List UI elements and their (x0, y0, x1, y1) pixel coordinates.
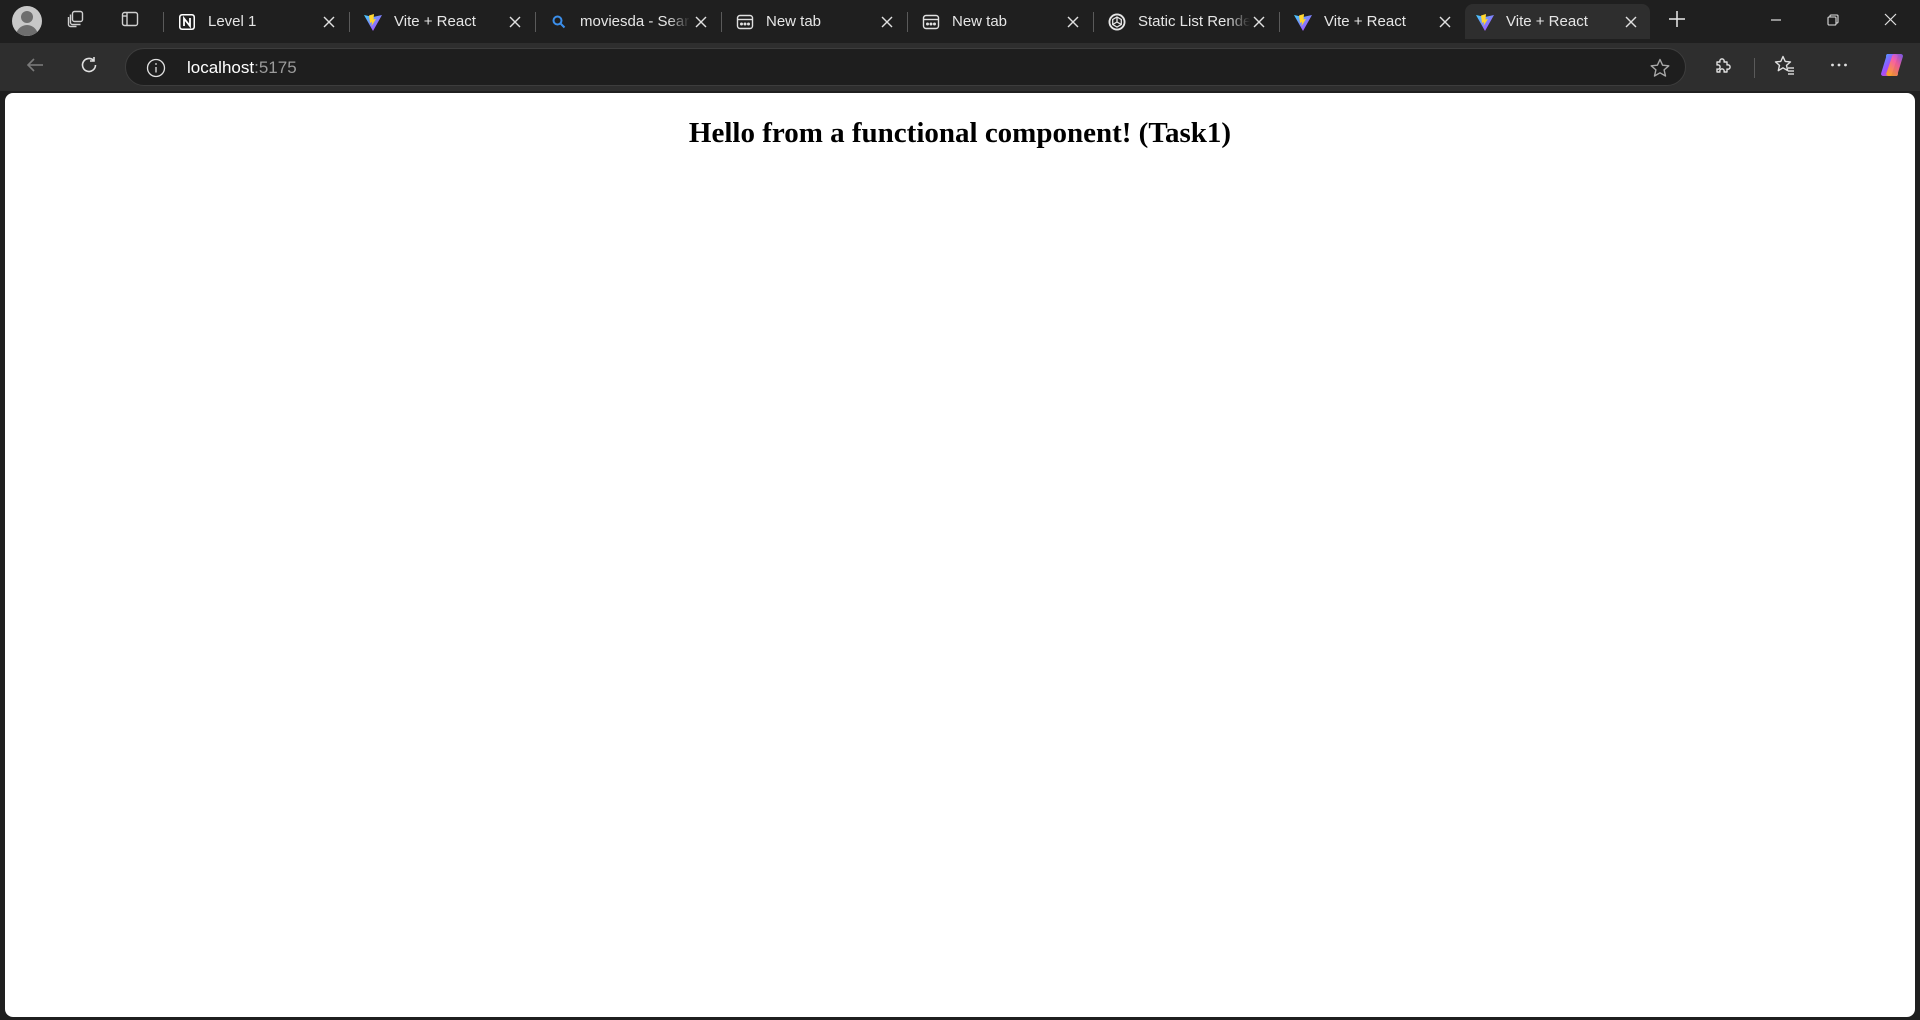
extensions-button[interactable] (1706, 49, 1742, 85)
tab[interactable]: Vite + React (353, 4, 534, 39)
more-icon (1829, 55, 1849, 80)
navigation-toolbar: localhost:5175 (0, 43, 1920, 91)
restore-button[interactable] (1805, 0, 1861, 43)
vite-icon (1475, 12, 1495, 32)
tab[interactable]: Vite + React (1283, 4, 1464, 39)
workspaces-icon (66, 9, 86, 34)
tab-title: New tab (952, 13, 1008, 30)
restore-icon (1827, 13, 1839, 31)
tab-separator (349, 12, 350, 32)
newtab-icon (921, 12, 941, 32)
page-heading: Hello from a functional component! (Task… (688, 117, 1232, 149)
workspaces-button[interactable] (58, 4, 94, 38)
close-icon[interactable] (878, 13, 896, 31)
tab-separator (535, 12, 536, 32)
url-host: localhost (187, 58, 255, 77)
close-icon[interactable] (1250, 13, 1268, 31)
tab-separator (721, 12, 722, 32)
close-icon (1884, 13, 1897, 31)
close-icon[interactable] (1064, 13, 1082, 31)
minimize-button[interactable] (1748, 0, 1804, 43)
tab-title: moviesda - Search (580, 13, 690, 30)
copilot-button[interactable] (1874, 49, 1910, 85)
favorites-icon (1774, 54, 1796, 81)
reload-icon (79, 55, 99, 80)
tab-title: New tab (766, 13, 822, 30)
close-icon[interactable] (320, 13, 338, 31)
close-icon[interactable] (1622, 13, 1640, 31)
back-button[interactable] (17, 49, 53, 85)
tab-title: Vite + React (394, 13, 476, 30)
tab[interactable]: New tab (725, 4, 906, 39)
minimize-icon (1770, 13, 1782, 31)
vite-icon (363, 12, 383, 32)
tab-strip: Level 1 Vite + React moviesda - Search (0, 0, 1920, 43)
tab-title: Vite + React (1324, 13, 1406, 30)
tab-separator (907, 12, 908, 32)
back-arrow-icon (25, 55, 45, 80)
favorite-star-icon[interactable] (1649, 57, 1671, 79)
reload-button[interactable] (71, 49, 107, 85)
tab-separator (1093, 12, 1094, 32)
profile-avatar[interactable] (12, 6, 42, 36)
search-icon (549, 12, 569, 32)
openai-icon (1107, 12, 1127, 32)
tab[interactable]: Static List Rendering (1097, 4, 1278, 39)
close-icon[interactable] (692, 13, 710, 31)
tab-active[interactable]: Vite + React (1465, 4, 1650, 39)
site-info-icon[interactable] (146, 58, 166, 78)
notion-icon (177, 12, 197, 32)
url-text[interactable]: localhost:5175 (187, 58, 297, 78)
new-tab-button[interactable] (1660, 4, 1694, 38)
close-icon[interactable] (1436, 13, 1454, 31)
tab[interactable]: moviesda - Search (539, 4, 720, 39)
tab-separator (163, 12, 164, 32)
close-window-button[interactable] (1862, 0, 1918, 43)
copilot-icon (1878, 51, 1906, 84)
settings-menu-button[interactable] (1821, 49, 1857, 85)
tab-title: Vite + React (1506, 13, 1588, 30)
newtab-icon (735, 12, 755, 32)
toolbar-divider (1754, 58, 1755, 78)
tab-separator (1279, 12, 1280, 32)
tab-title: Static List Rendering (1138, 13, 1250, 30)
close-icon[interactable] (506, 13, 524, 31)
tab[interactable]: Level 1 (167, 4, 348, 39)
address-bar[interactable]: localhost:5175 (125, 48, 1686, 86)
plus-icon (1668, 10, 1686, 33)
tab[interactable]: New tab (911, 4, 1092, 39)
vertical-tabs-button[interactable] (112, 4, 148, 38)
tab-title: Level 1 (208, 13, 257, 30)
url-port: :5175 (254, 58, 297, 77)
extensions-icon (1713, 54, 1735, 81)
page-viewport: Hello from a functional component! (Task… (5, 93, 1915, 1017)
favorites-button[interactable] (1767, 49, 1803, 85)
vertical-tabs-icon (120, 9, 140, 34)
vite-icon (1293, 12, 1313, 32)
